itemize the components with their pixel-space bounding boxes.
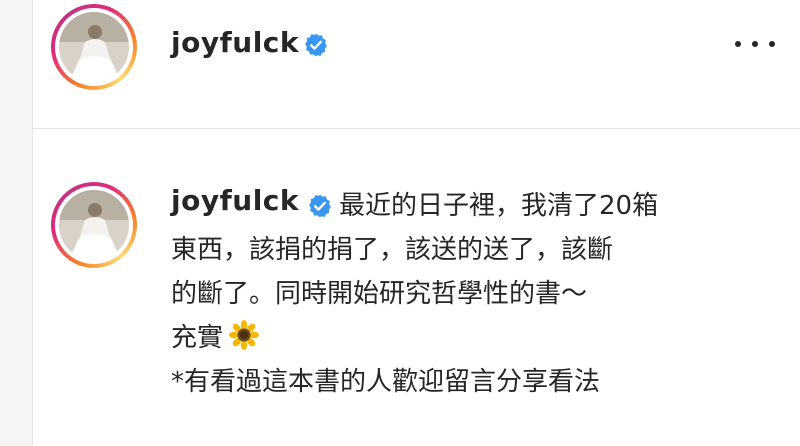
post-frame: joyfulck joyfulck 最近的日子裡，我清了20箱 東西，該捐的捐了…: [32, 0, 800, 446]
avatar[interactable]: [59, 12, 129, 82]
avatar-photo-icon: [59, 190, 129, 260]
caption-story-ring[interactable]: [51, 182, 137, 268]
avatar-photo-icon: [59, 12, 129, 82]
caption-line: 的斷了。同時開始研究哲學性的書～: [171, 279, 588, 309]
caption-line: 最近的日子裡，我清了20箱: [339, 191, 659, 221]
caption-line: *有看過這本書的人歡迎留言分享看法: [171, 367, 601, 397]
caption-text: 最近的日子裡，我清了20箱 東西，該捐的捐了，該送的送了，該斷 的斷了。同時開始…: [171, 184, 791, 404]
sunflower-icon: [229, 320, 260, 350]
caption-line: 充實: [171, 323, 224, 353]
more-options-icon[interactable]: [735, 34, 775, 54]
caption-avatar[interactable]: [59, 190, 129, 260]
story-ring[interactable]: [51, 4, 137, 90]
post-header: joyfulck: [33, 0, 800, 129]
caption-line: 東西，該捐的捐了，該送的送了，該斷: [171, 235, 614, 265]
verified-badge-icon: [305, 33, 327, 57]
header-username[interactable]: joyfulck: [171, 26, 299, 59]
